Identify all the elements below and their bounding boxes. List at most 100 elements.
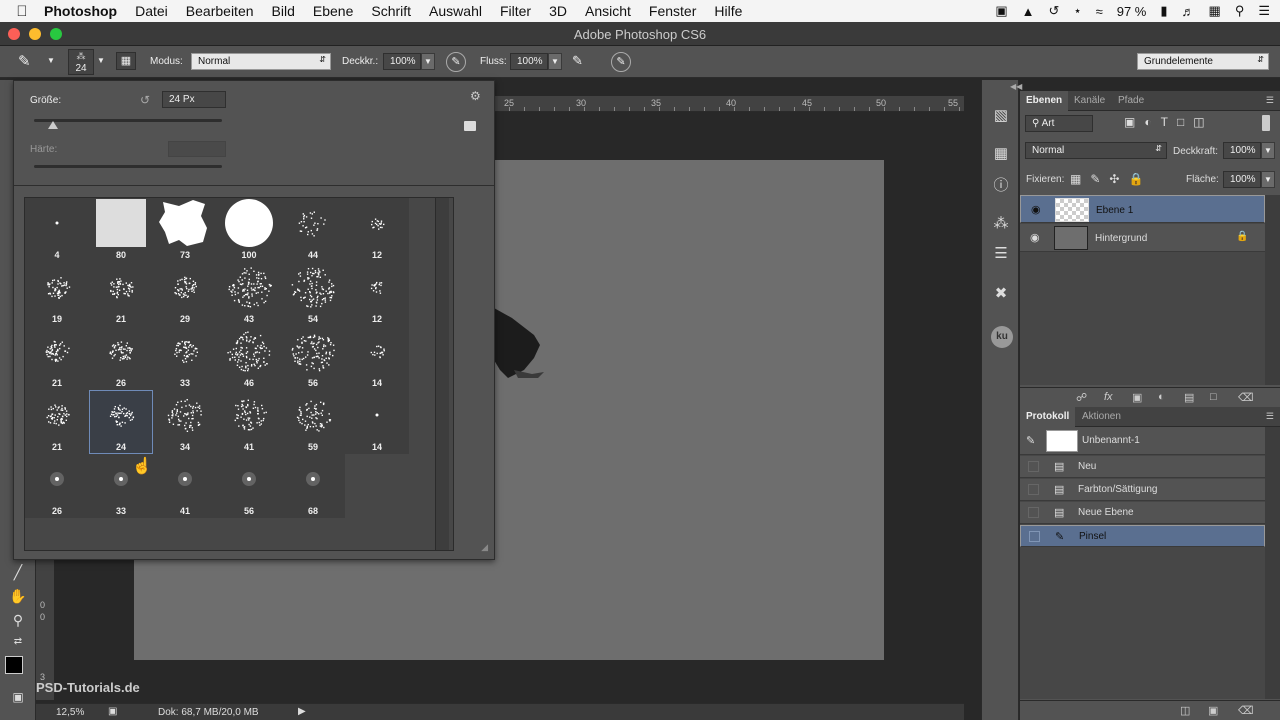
history-step-row[interactable]: ✎ Pinsel xyxy=(1020,525,1265,547)
menu-app-name[interactable]: Photoshop xyxy=(44,3,117,19)
layer-name[interactable]: Hintergrund xyxy=(1095,233,1147,244)
pressure-size-icon[interactable]: ✎ xyxy=(611,52,631,72)
mode-select[interactable]: Normal ⇵ xyxy=(191,53,331,70)
menu-hilfe[interactable]: Hilfe xyxy=(714,3,742,19)
fill-input[interactable]: 100% xyxy=(1223,171,1261,188)
lock-position-icon[interactable]: ✣ xyxy=(1109,172,1128,186)
adjustment-layer-icon[interactable]: ◐ xyxy=(1158,391,1165,403)
shape-filter-icon[interactable]: □ xyxy=(1177,115,1193,129)
type-filter-icon[interactable]: T xyxy=(1161,115,1177,129)
smart-filter-icon[interactable]: ◫ xyxy=(1193,115,1213,129)
history-source-checkbox[interactable] xyxy=(1029,531,1040,542)
flow-dropdown-button[interactable]: ▼ xyxy=(548,53,562,70)
brush-presets-icon[interactable]: ▦ xyxy=(989,144,1013,166)
layer-row[interactable]: ◉ Ebene 1 xyxy=(1020,195,1265,223)
spotlight-search-icon[interactable]: ⚲ xyxy=(1235,3,1245,19)
layer-opacity-input[interactable]: 100% xyxy=(1223,142,1261,159)
brush-preset-cell[interactable]: 56 xyxy=(217,454,281,518)
brush-preset-cell[interactable]: 24 xyxy=(89,390,153,454)
brush-preset-cell[interactable]: 21 xyxy=(25,326,89,390)
lock-pixels-icon[interactable]: ✎ xyxy=(1090,172,1109,186)
menu-fenster[interactable]: Fenster xyxy=(649,3,696,19)
swap-colors-icon[interactable]: ⇄ xyxy=(6,636,30,656)
layers-scrollbar[interactable] xyxy=(1265,195,1280,385)
zoom-tool-icon[interactable]: ⚲ xyxy=(6,612,30,632)
menu-auswahl[interactable]: Auswahl xyxy=(429,3,482,19)
filter-toggle-switch[interactable] xyxy=(1262,115,1270,131)
wifi-icon[interactable]: ≈ xyxy=(1096,4,1103,19)
brush-preset-cell[interactable]: 59 xyxy=(281,390,345,454)
visibility-eye-icon[interactable]: ◉ xyxy=(1031,203,1041,216)
airbrush-icon[interactable]: ✎ xyxy=(572,53,583,69)
camera-icon[interactable]: ▣ xyxy=(995,3,1007,19)
tab-aktionen[interactable]: Aktionen xyxy=(1076,407,1127,427)
size-slider-thumb[interactable] xyxy=(47,121,58,129)
layer-filter-select[interactable]: ⚲ Art xyxy=(1025,115,1093,132)
tab-pfade[interactable]: Pfade xyxy=(1112,91,1150,111)
kuler-icon[interactable]: ku xyxy=(991,326,1013,348)
brush-preset-cell[interactable]: 19 xyxy=(25,262,89,326)
brush-preset-cell[interactable]: 41 xyxy=(217,390,281,454)
brush-preset-cell[interactable]: 80 xyxy=(89,198,153,262)
pixel-filter-icon[interactable]: ▣ xyxy=(1124,115,1144,129)
brush-preset-cell[interactable]: 21 xyxy=(89,262,153,326)
hand-tool-icon[interactable]: ✋ xyxy=(6,588,30,608)
lock-transparency-icon[interactable]: ▦ xyxy=(1070,172,1090,186)
fx-icon[interactable]: fx xyxy=(1104,391,1113,403)
layer-opacity-dropdown[interactable]: ▼ xyxy=(1261,142,1275,159)
new-preset-icon[interactable] xyxy=(464,121,476,131)
brush-preset-cell[interactable]: 14 xyxy=(345,390,409,454)
foreground-color-swatch[interactable] xyxy=(5,656,23,674)
brush-preset-cell[interactable]: 46 xyxy=(217,326,281,390)
status-menu-arrow-icon[interactable]: ▶ xyxy=(298,706,306,717)
notification-list-icon[interactable]: ☰ xyxy=(1258,3,1270,19)
trash-icon[interactable]: ⌫ xyxy=(1238,704,1254,717)
time-machine-icon[interactable]: ↺ xyxy=(1049,3,1060,19)
brush-preset-cell[interactable]: 33 xyxy=(153,326,217,390)
apple-icon[interactable]:  xyxy=(0,3,44,20)
brush-preset-picker[interactable]: ⁂ 24 xyxy=(68,49,94,75)
size-input[interactable]: 24 Px xyxy=(162,91,226,108)
new-document-from-state-icon[interactable]: ◫ xyxy=(1180,704,1190,717)
menu-bild[interactable]: Bild xyxy=(272,3,295,19)
link-layers-icon[interactable]: ☍ xyxy=(1076,391,1087,404)
group-folder-icon[interactable]: ▤ xyxy=(1184,391,1194,404)
history-source-checkbox[interactable] xyxy=(1028,461,1039,472)
history-step-row[interactable]: ▤ Neue Ebene xyxy=(1020,502,1265,524)
menu-ebene[interactable]: Ebene xyxy=(313,3,353,19)
tools-presets-icon[interactable]: ✖ xyxy=(989,284,1013,306)
lock-all-icon[interactable]: 🔒 xyxy=(1128,172,1152,186)
brush-preset-cell[interactable]: 12 xyxy=(345,262,409,326)
brush-preset-cell[interactable]: 54 xyxy=(281,262,345,326)
tab-kanaele[interactable]: Kanäle xyxy=(1068,91,1111,111)
expand-dock-icon[interactable]: ◀◀ xyxy=(1010,82,1022,91)
panel-menu-icon[interactable]: ☰ xyxy=(1266,411,1274,422)
brushes-icon[interactable]: ⁂ xyxy=(989,214,1013,236)
visibility-eye-icon[interactable]: ◉ xyxy=(1030,231,1040,244)
history-snapshot-row[interactable]: ✎ Unbenannt-1 xyxy=(1020,427,1265,455)
history-step-row[interactable]: ▤ Neu xyxy=(1020,456,1265,478)
resize-grip-icon[interactable]: ◢ xyxy=(481,542,488,553)
adjustment-filter-icon[interactable]: ◐ xyxy=(1144,115,1160,129)
brush-preset-cell[interactable]: 34 xyxy=(153,390,217,454)
fill-dropdown[interactable]: ▼ xyxy=(1261,171,1275,188)
blend-mode-select[interactable]: Normal ⇵ xyxy=(1025,142,1167,159)
layer-filter-icons[interactable]: ▣◐T□◫ xyxy=(1124,115,1214,129)
menu-ansicht[interactable]: Ansicht xyxy=(585,3,631,19)
history-scrollbar[interactable] xyxy=(1265,427,1280,699)
battery-icon[interactable]: ▮ xyxy=(1160,3,1167,19)
history-step-row[interactable]: ▤ Farbton/Sättigung xyxy=(1020,479,1265,501)
brush-preset-cell[interactable]: 26 xyxy=(25,454,89,518)
add-mask-icon[interactable]: ▣ xyxy=(1132,391,1142,404)
tab-protokoll[interactable]: Protokoll xyxy=(1020,407,1076,427)
brush-preset-cell[interactable]: 41 xyxy=(153,454,217,518)
histogram-icon[interactable]: ▧ xyxy=(989,106,1013,128)
volume-icon[interactable]: ♬ xyxy=(1182,4,1195,19)
brush-preset-cell[interactable]: 44 xyxy=(281,198,345,262)
reset-size-icon[interactable]: ↺ xyxy=(140,93,150,107)
menu-bearbeiten[interactable]: Bearbeiten xyxy=(186,3,254,19)
brush-preset-cell[interactable]: 56 xyxy=(281,326,345,390)
menu-filter[interactable]: Filter xyxy=(500,3,531,19)
tab-ebenen[interactable]: Ebenen xyxy=(1020,91,1069,111)
zoom-level[interactable]: 12,5% xyxy=(56,707,84,718)
